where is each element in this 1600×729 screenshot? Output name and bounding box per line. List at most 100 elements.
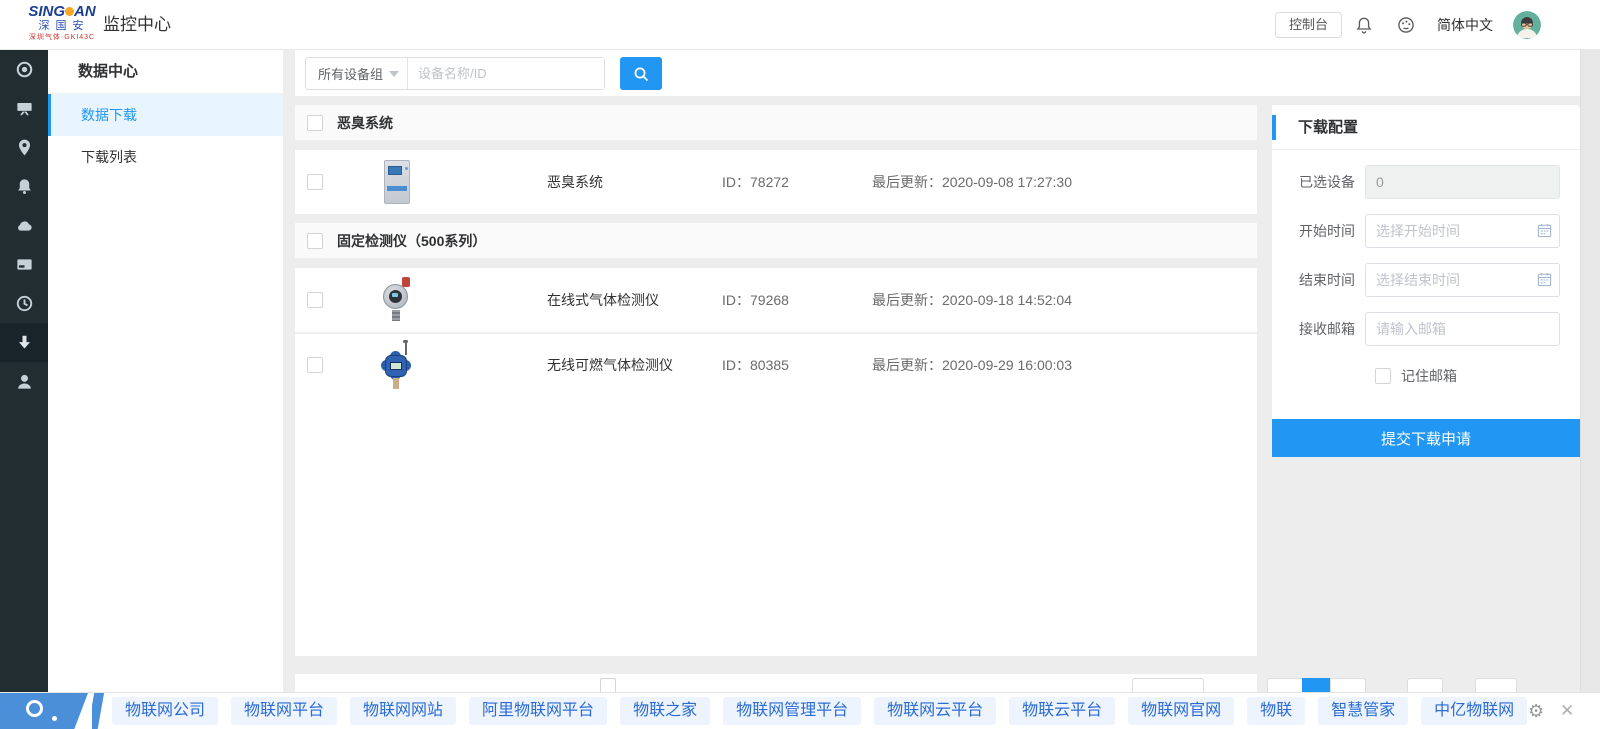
search-icon <box>632 65 650 83</box>
remember-email-checkbox[interactable] <box>1375 368 1391 384</box>
rail-item-download[interactable] <box>0 323 48 362</box>
screen-icon <box>15 99 34 118</box>
email-field[interactable] <box>1365 312 1560 346</box>
sidebar-section-title: 数据中心 <box>48 50 283 94</box>
email-row: 接收邮箱 <box>1272 312 1560 346</box>
sun-icon <box>65 7 74 16</box>
clock-icon <box>15 294 34 313</box>
footer-settings-gear-icon[interactable]: ⚙ <box>1528 693 1544 729</box>
sub-sidebar: 数据中心 数据下载 下载列表 <box>48 50 283 692</box>
rail-item-screen[interactable] <box>0 89 48 128</box>
device-checkbox[interactable] <box>307 357 323 373</box>
cloud-icon <box>15 216 34 235</box>
rail-item-account[interactable] <box>0 362 48 401</box>
credit-card-icon <box>15 255 34 274</box>
device-name: 在线式气体检测仪 <box>547 290 659 310</box>
download-arrow-icon <box>15 333 34 352</box>
rail-item-billing[interactable] <box>0 245 48 284</box>
selected-devices-row: 已选设备 <box>1272 165 1560 199</box>
submit-download-button[interactable]: 提交下载申请 <box>1272 419 1580 457</box>
remember-email-label: 记住邮箱 <box>1401 366 1457 386</box>
footer-link[interactable]: 物联之家 <box>620 697 710 725</box>
chevron-down-icon <box>389 71 399 77</box>
rail-item-alarm[interactable] <box>0 167 48 206</box>
calendar-icon[interactable] <box>1537 223 1552 238</box>
footer-link[interactable]: 智慧管家 <box>1318 697 1408 725</box>
scrollbar-track[interactable] <box>1580 50 1600 692</box>
search-combo: 所有设备组 <box>305 57 605 90</box>
brand-logo-chinese: 深国安 <box>26 20 102 33</box>
device-name: 无线可燃气体检测仪 <box>547 355 673 375</box>
footer-link[interactable]: 阿里物联网平台 <box>469 697 607 725</box>
group-checkbox[interactable] <box>307 233 323 249</box>
device-image-blue-detector <box>380 342 414 390</box>
language-switcher[interactable]: 简体中文 <box>1437 0 1493 50</box>
device-checkbox[interactable] <box>307 292 323 308</box>
location-pin-icon <box>15 138 34 157</box>
device-row[interactable]: 恶臭系统 ID：78272 最后更新：2020-09-08 17:27:30 <box>295 150 1257 214</box>
calendar-icon[interactable] <box>1537 272 1552 287</box>
remember-email-row: 记住邮箱 <box>1375 366 1580 386</box>
footer-link[interactable]: 物联网网站 <box>350 697 456 725</box>
group-header: 固定检测仪（500系列） <box>295 223 1257 259</box>
footer-links: 物联网公司 物联网平台 物联网网站 阿里物联网平台 物联之家 物联网管理平台 物… <box>112 697 1527 725</box>
rail-item-cloud[interactable] <box>0 206 48 245</box>
footer-link[interactable]: 物联网公司 <box>112 697 218 725</box>
user-icon <box>15 372 34 391</box>
user-avatar[interactable] <box>1513 11 1541 39</box>
top-header: SINGAN 深国安 深圳气体·GKI43C 监控中心 控制台 简体中文 <box>0 0 1600 50</box>
group-header: 恶臭系统 <box>295 105 1257 141</box>
icon-rail <box>0 50 48 692</box>
brand-logo-text: SINGAN <box>22 4 102 20</box>
footer-link[interactable]: 物联网云平台 <box>874 697 996 725</box>
device-group-select-value: 所有设备组 <box>318 64 383 83</box>
footer-bar: 物联网公司 物联网平台 物联网网站 阿里物联网平台 物联之家 物联网管理平台 物… <box>0 692 1600 729</box>
brand-logo[interactable]: SINGAN 深国安 深圳气体·GKI43C <box>22 4 102 42</box>
rail-item-location[interactable] <box>0 128 48 167</box>
start-time-row: 开始时间 <box>1272 214 1560 248</box>
field-label: 已选设备 <box>1272 172 1365 192</box>
bell-icon <box>15 177 34 196</box>
device-search-input[interactable] <box>408 58 604 89</box>
rail-item-monitor[interactable] <box>0 50 48 89</box>
footer-logo <box>0 693 120 729</box>
footer-link[interactable]: 物联网官网 <box>1128 697 1234 725</box>
theme-palette-icon[interactable] <box>1396 15 1416 35</box>
field-label: 开始时间 <box>1272 221 1365 241</box>
device-group-select[interactable]: 所有设备组 <box>306 58 408 89</box>
target-icon <box>15 60 34 79</box>
field-label: 结束时间 <box>1272 270 1365 290</box>
device-image-cabinet <box>380 158 414 206</box>
device-checkbox[interactable] <box>307 174 323 190</box>
device-row[interactable]: 在线式气体检测仪 ID：79268 最后更新：2020-09-18 14:52:… <box>295 268 1257 332</box>
footer-link[interactable]: 物联网平台 <box>231 697 337 725</box>
footer-link[interactable]: 物联 <box>1247 697 1305 725</box>
device-last-update: 最后更新：2020-09-29 16:00:03 <box>872 355 1072 375</box>
device-list: 恶臭系统 恶臭系统 ID：78272 最后更新：2020-09-08 17:27… <box>295 105 1257 656</box>
device-name: 恶臭系统 <box>547 172 603 192</box>
sidebar-item-data-download[interactable]: 数据下载 <box>48 94 283 136</box>
selected-devices-count-field <box>1365 165 1560 199</box>
avatar-image <box>1513 11 1541 39</box>
brand-tagline: 深圳气体·GKI43C <box>22 33 102 42</box>
end-time-row: 结束时间 <box>1272 263 1560 297</box>
footer-close-icon[interactable]: ✕ <box>1560 693 1574 729</box>
group-name: 恶臭系统 <box>337 113 393 133</box>
footer-link[interactable]: 物联云平台 <box>1009 697 1115 725</box>
sidebar-item-download-list[interactable]: 下载列表 <box>48 136 283 178</box>
rail-item-history[interactable] <box>0 284 48 323</box>
device-row[interactable]: 无线可燃气体检测仪 ID：80385 最后更新：2020-09-29 16:00… <box>295 332 1257 396</box>
start-time-field[interactable] <box>1365 214 1560 248</box>
app-screen: SINGAN 深国安 深圳气体·GKI43C 监控中心 控制台 简体中文 <box>0 0 1600 729</box>
notification-bell-icon[interactable] <box>1354 15 1374 35</box>
group-checkbox[interactable] <box>307 115 323 131</box>
device-last-update: 最后更新：2020-09-18 14:52:04 <box>872 290 1072 310</box>
end-time-field[interactable] <box>1365 263 1560 297</box>
device-last-update: 最后更新：2020-09-08 17:27:30 <box>872 172 1072 192</box>
list-empty-area <box>295 396 1257 656</box>
console-button[interactable]: 控制台 <box>1275 12 1342 38</box>
footer-link[interactable]: 中亿物联网 <box>1421 697 1527 725</box>
footer-link[interactable]: 物联网管理平台 <box>723 697 861 725</box>
search-button[interactable] <box>620 57 662 90</box>
download-config-panel: 下载配置 已选设备 开始时间 结束时间 <box>1272 105 1580 457</box>
